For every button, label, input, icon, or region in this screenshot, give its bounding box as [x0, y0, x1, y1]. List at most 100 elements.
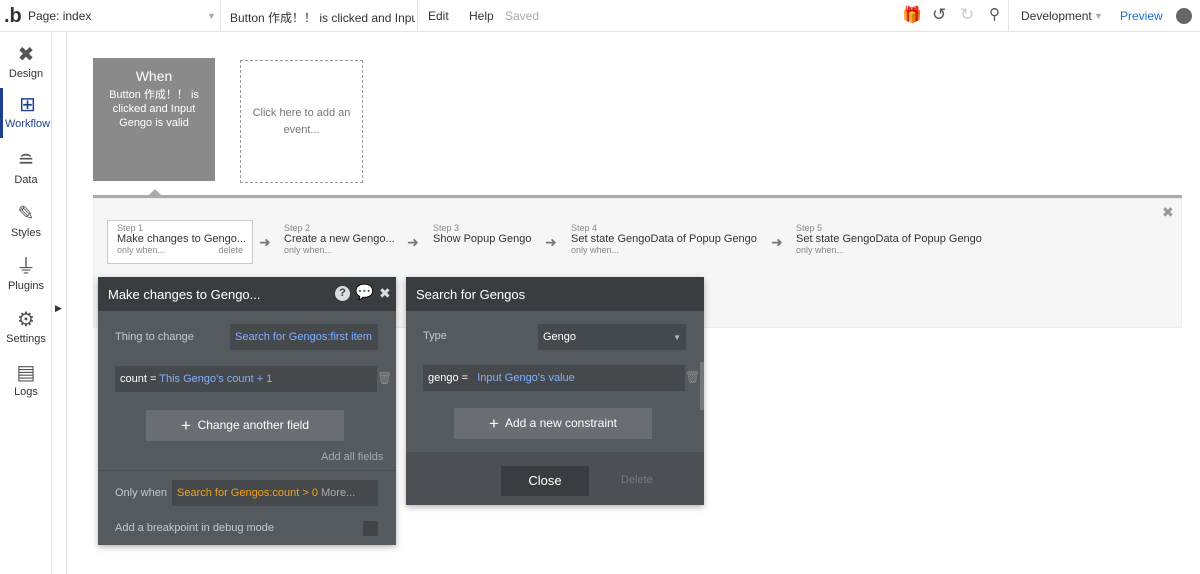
breakpoint-label: Add a breakpoint in debug mode: [115, 522, 275, 534]
help-icon[interactable]: ?: [335, 286, 350, 301]
step-number: Step 5: [796, 223, 823, 233]
sidebar-item-label: Design: [8, 68, 44, 80]
field-value-input[interactable]: This Gengo's count + 1: [159, 373, 272, 385]
bubble-logo[interactable]: .b: [4, 5, 22, 28]
field-row-count[interactable]: count = This Gengo's count + 1: [115, 366, 377, 392]
saved-status: Saved: [505, 9, 540, 23]
arrow-right-icon: ➜: [259, 234, 271, 250]
sidebar-item-label: Plugins: [7, 280, 45, 292]
design-icon: ✖: [17, 44, 35, 66]
help-menu[interactable]: Help: [469, 9, 494, 23]
divider: [417, 0, 418, 32]
thing-to-change-input[interactable]: Search for Gengos:first item: [230, 324, 378, 350]
only-when-link[interactable]: only when...: [117, 245, 165, 255]
event-description: Button 作成！！ is clicked and Input Gengo i…: [109, 89, 199, 129]
page-selector[interactable]: Page: index: [28, 9, 91, 23]
scrollbar[interactable]: [700, 362, 704, 410]
panel-header: Make changes to Gengo... ? 💬 ✖: [98, 277, 396, 311]
arrow-right-icon: ➜: [545, 234, 557, 250]
constraint-key: gengo =: [428, 372, 469, 384]
only-when-link[interactable]: only when...: [571, 245, 757, 255]
sidebar-item-data[interactable]: ≘ Data: [0, 144, 52, 194]
chevron-down-icon[interactable]: ▼: [207, 11, 216, 21]
only-when-label: Only when: [115, 487, 167, 499]
sidebar-item-plugins[interactable]: ⏚ Plugins: [0, 250, 52, 300]
sidebar: ✖ Design ⊞ Workflow ≘ Data ✎ Styles ⏚ Plugins…: [0, 32, 52, 574]
step-title: Create a new Gengo...: [284, 233, 395, 245]
constraint-value-input[interactable]: Input Gengo's value: [477, 372, 575, 384]
step-1[interactable]: Step 1 Make changes to Gengo... only whe…: [107, 220, 253, 264]
brush-icon: ✎: [17, 203, 35, 225]
step-2[interactable]: Step 2 Create a new Gengo... only when...: [284, 220, 395, 264]
expand-arrow-icon[interactable]: ▶: [55, 303, 62, 314]
arrow-right-icon: ➜: [771, 234, 783, 250]
only-when-link[interactable]: only when...: [284, 245, 395, 255]
edit-menu[interactable]: Edit: [428, 9, 449, 23]
close-button[interactable]: Close: [501, 466, 589, 496]
panel-title: Search for Gengos: [416, 287, 526, 302]
field-name: count: [120, 373, 147, 385]
step-number: Step 4: [571, 223, 598, 233]
trash-icon[interactable]: 🗑: [377, 371, 392, 385]
sidebar-item-label: Settings: [6, 333, 46, 345]
undo-icon[interactable]: ↺: [932, 5, 946, 25]
plus-icon: +: [180, 416, 191, 435]
event-selector[interactable]: Button 作成！！ is clicked and Input...: [230, 9, 415, 26]
step-3[interactable]: Step 3 Show Popup Gengo: [433, 220, 531, 264]
top-bar: .b Page: index ▼ Button 作成！！ is clicked …: [0, 0, 1200, 32]
type-value: Gengo: [543, 331, 577, 343]
delete-button[interactable]: Delete: [621, 474, 653, 486]
sidebar-item-label: Data: [14, 174, 38, 186]
step-title: Set state GengoData of Popup Gengo: [571, 233, 757, 245]
button-label: Add a new constraint: [504, 416, 618, 430]
step-5[interactable]: Step 5 Set state GengoData of Popup Gengo…: [796, 220, 982, 264]
redo-icon[interactable]: ↻: [960, 5, 974, 25]
only-when-link[interactable]: only when...: [796, 245, 982, 255]
event-title: When: [135, 68, 173, 84]
more-link[interactable]: More...: [321, 487, 355, 499]
comment-icon[interactable]: 💬: [355, 283, 374, 301]
preview-link[interactable]: Preview: [1120, 9, 1163, 23]
thing-to-change-label: Thing to change: [115, 331, 194, 343]
sidebar-item-styles[interactable]: ✎ Styles: [0, 197, 52, 247]
step-4[interactable]: Step 4 Set state GengoData of Popup Gengo…: [571, 220, 757, 264]
equals-sign: =: [149, 373, 157, 385]
search-panel: Search for Gengos Type Gengo ▼ gengo = In…: [406, 277, 704, 505]
only-when-input[interactable]: Search for Gengos:count > 0 More...: [172, 480, 378, 506]
constraint-row[interactable]: gengo = Input Gengo's value: [423, 365, 685, 391]
step-title: Set state GengoData of Popup Gengo: [796, 233, 982, 245]
step-number: Step 3: [433, 223, 460, 233]
divider: [220, 0, 221, 32]
account-icon[interactable]: [1176, 8, 1192, 24]
divider: [1008, 0, 1009, 32]
plug-icon: ⏚: [16, 256, 36, 278]
trash-icon[interactable]: 🗑: [685, 370, 700, 384]
chevron-down-icon[interactable]: ▼: [1094, 11, 1103, 21]
search-icon[interactable]: ⚲: [989, 5, 1000, 23]
event-card[interactable]: When Button 作成！！ is clicked and Input Ge…: [93, 58, 215, 181]
chevron-down-icon: ▼: [673, 333, 681, 342]
sidebar-item-design[interactable]: ✖ Design: [0, 38, 52, 88]
close-icon[interactable]: ✖: [1162, 204, 1174, 221]
button-label: Change another field: [197, 418, 310, 432]
panel-title: Make changes to Gengo...: [108, 287, 261, 302]
sidebar-item-logs[interactable]: ▤ Logs: [0, 356, 52, 406]
type-dropdown[interactable]: Gengo ▼: [538, 324, 686, 350]
sidebar-item-workflow[interactable]: ⊞ Workflow: [0, 88, 52, 138]
document-icon: ▤: [16, 362, 36, 384]
breakpoint-checkbox[interactable]: [363, 521, 378, 536]
close-icon[interactable]: ✖: [379, 285, 391, 302]
step-title: Show Popup Gengo: [433, 233, 532, 245]
delete-step-link[interactable]: delete: [218, 245, 243, 255]
plus-icon: +: [488, 414, 499, 433]
add-all-fields-link[interactable]: Add all fields: [321, 451, 383, 463]
environment-selector[interactable]: Development: [1021, 9, 1092, 23]
add-event-button[interactable]: Click here to add an event...: [240, 60, 363, 183]
sidebar-item-settings[interactable]: ⚙ Settings: [0, 303, 52, 353]
sidebar-item-label: Workflow: [4, 118, 51, 130]
add-constraint-button[interactable]: + Add a new constraint: [454, 408, 652, 439]
database-icon: ≘: [17, 150, 35, 172]
panel-footer: Close Delete: [406, 452, 704, 505]
gift-icon[interactable]: 🎁: [902, 5, 922, 25]
change-another-field-button[interactable]: + Change another field: [146, 410, 344, 441]
